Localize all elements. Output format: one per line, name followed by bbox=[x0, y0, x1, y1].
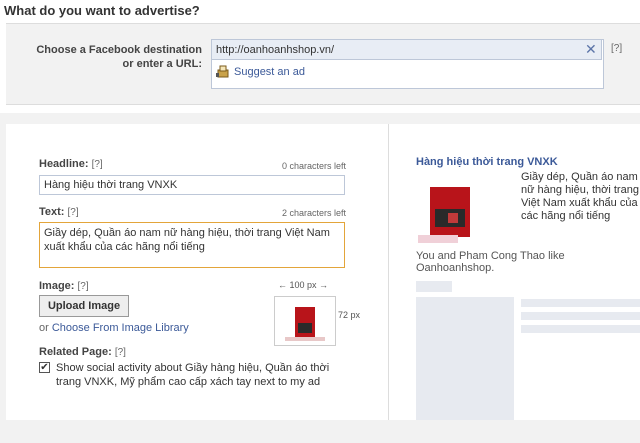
related-page-label: Related Page: [?] bbox=[39, 346, 126, 358]
headline-input[interactable]: Hàng hiệu thời trang VNXK bbox=[39, 175, 345, 195]
text-help-link[interactable]: [?] bbox=[68, 207, 79, 218]
page-title: What do you want to advertise? bbox=[4, 3, 200, 18]
image-width-label: 100 px bbox=[289, 280, 317, 290]
related-page-text: Show social activity about Giầy hàng hiệ… bbox=[56, 362, 330, 388]
image-label-text: Image: bbox=[39, 280, 75, 292]
headline-label-text: Headline: bbox=[39, 158, 89, 170]
destination-label-line1: Choose a Facebook destination bbox=[36, 44, 202, 56]
image-library-row: or Choose From Image Library bbox=[39, 322, 189, 334]
image-width-indicator: ← 100 px → bbox=[278, 280, 329, 290]
text-textarea[interactable]: Giầy dép, Quần áo nam nữ hàng hiệu, thời… bbox=[39, 222, 345, 268]
placeholder-line-1 bbox=[521, 299, 640, 307]
ad-image-thumbnail bbox=[274, 296, 336, 346]
suggest-ad-icon bbox=[216, 65, 229, 78]
destination-label-line2: or enter a URL: bbox=[122, 58, 202, 70]
text-char-count: 2 characters left bbox=[282, 208, 347, 218]
related-page-label-text: Related Page: bbox=[39, 346, 112, 358]
panel-divider bbox=[388, 124, 389, 420]
destination-label: Choose a Facebook destination or enter a… bbox=[24, 43, 202, 71]
clear-icon[interactable]: ✕ bbox=[585, 41, 597, 58]
headline-label: Headline: [?] bbox=[39, 158, 103, 170]
image-height-label: 72 px bbox=[338, 310, 361, 320]
placeholder-name bbox=[416, 281, 452, 292]
related-page-checkbox[interactable]: ✔ bbox=[39, 362, 50, 373]
placeholder-line-2 bbox=[521, 312, 640, 320]
destination-help-link[interactable]: [?] bbox=[611, 43, 622, 54]
preview-body: Giầy dép, Quần áo nam nữ hàng hiệu, thời… bbox=[521, 171, 639, 222]
placeholder-line-3 bbox=[521, 325, 640, 333]
url-input[interactable]: http://oanhoanhshop.vn/ bbox=[216, 44, 334, 56]
headline-char-count: 0 characters left bbox=[282, 161, 347, 171]
headline-help-link[interactable]: [?] bbox=[92, 159, 103, 170]
text-label: Text: [?] bbox=[39, 206, 79, 218]
related-page-help-link[interactable]: [?] bbox=[115, 347, 126, 358]
image-library-link[interactable]: Choose From Image Library bbox=[52, 322, 189, 334]
upload-image-button[interactable]: Upload Image bbox=[39, 295, 129, 317]
preview-image bbox=[418, 175, 508, 245]
image-help-link[interactable]: [?] bbox=[78, 281, 89, 292]
preview-social-text: You and Pham Cong Thao like Oanhoanhshop… bbox=[416, 250, 565, 274]
suggest-ad-link[interactable]: Suggest an ad bbox=[234, 66, 305, 78]
image-library-or: or bbox=[39, 322, 49, 334]
placeholder-image bbox=[416, 297, 514, 420]
text-label-text: Text: bbox=[39, 206, 65, 218]
image-label: Image: [?] bbox=[39, 280, 89, 292]
preview-title[interactable]: Hàng hiệu thời trang VNXK bbox=[416, 156, 558, 168]
